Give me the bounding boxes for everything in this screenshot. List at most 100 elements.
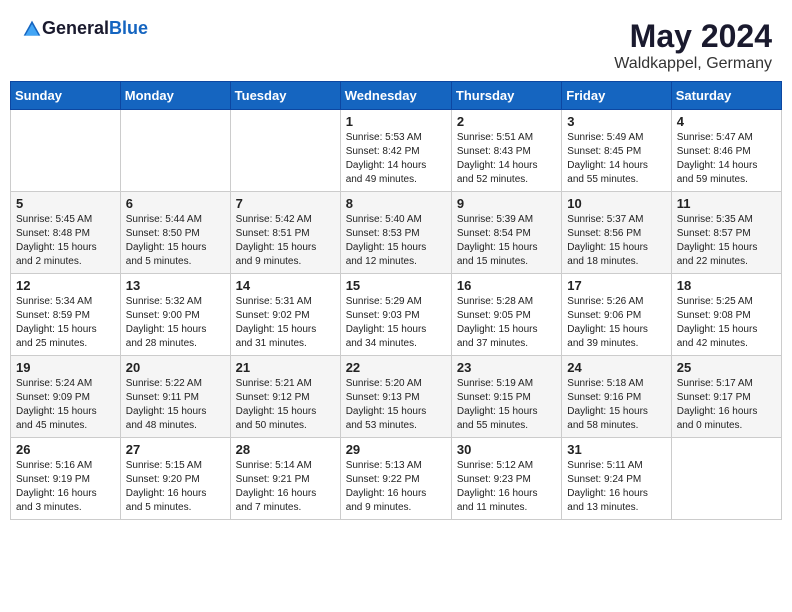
month-title: May 2024 — [614, 18, 772, 55]
calendar-cell: 12 Sunrise: 5:34 AM Sunset: 8:59 PM Dayli… — [11, 274, 121, 356]
calendar-cell: 27 Sunrise: 5:15 AM Sunset: 9:20 PM Dayli… — [120, 438, 230, 520]
calendar-cell: 4 Sunrise: 5:47 AM Sunset: 8:46 PM Daylig… — [671, 110, 781, 192]
day-number: 4 — [677, 114, 776, 129]
day-number: 14 — [236, 278, 335, 293]
day-info: Sunrise: 5:40 AM Sunset: 8:53 PM Dayligh… — [346, 213, 446, 269]
day-info: Sunrise: 5:16 AM Sunset: 9:19 PM Dayligh… — [16, 459, 115, 515]
weekday-header-wednesday: Wednesday — [340, 82, 451, 110]
day-number: 21 — [236, 360, 335, 375]
day-info: Sunrise: 5:11 AM Sunset: 9:24 PM Dayligh… — [567, 459, 665, 515]
day-info: Sunrise: 5:39 AM Sunset: 8:54 PM Dayligh… — [457, 213, 556, 269]
calendar-cell: 24 Sunrise: 5:18 AM Sunset: 9:16 PM Dayli… — [562, 356, 671, 438]
day-number: 19 — [16, 360, 115, 375]
day-number: 1 — [346, 114, 446, 129]
calendar-cell: 14 Sunrise: 5:31 AM Sunset: 9:02 PM Dayli… — [230, 274, 340, 356]
day-info: Sunrise: 5:28 AM Sunset: 9:05 PM Dayligh… — [457, 295, 556, 351]
calendar-cell — [230, 110, 340, 192]
day-info: Sunrise: 5:51 AM Sunset: 8:43 PM Dayligh… — [457, 131, 556, 187]
logo: GeneralBlue — [20, 18, 148, 39]
day-info: Sunrise: 5:17 AM Sunset: 9:17 PM Dayligh… — [677, 377, 776, 433]
calendar-cell: 21 Sunrise: 5:21 AM Sunset: 9:12 PM Dayli… — [230, 356, 340, 438]
day-number: 17 — [567, 278, 665, 293]
day-info: Sunrise: 5:21 AM Sunset: 9:12 PM Dayligh… — [236, 377, 335, 433]
day-number: 11 — [677, 196, 776, 211]
day-number: 13 — [126, 278, 225, 293]
day-number: 23 — [457, 360, 556, 375]
day-info: Sunrise: 5:22 AM Sunset: 9:11 PM Dayligh… — [126, 377, 225, 433]
logo-general: General — [42, 18, 109, 38]
day-info: Sunrise: 5:14 AM Sunset: 9:21 PM Dayligh… — [236, 459, 335, 515]
calendar-cell: 1 Sunrise: 5:53 AM Sunset: 8:42 PM Daylig… — [340, 110, 451, 192]
day-info: Sunrise: 5:35 AM Sunset: 8:57 PM Dayligh… — [677, 213, 776, 269]
logo-blue: Blue — [109, 18, 148, 38]
day-info: Sunrise: 5:44 AM Sunset: 8:50 PM Dayligh… — [126, 213, 225, 269]
day-info: Sunrise: 5:19 AM Sunset: 9:15 PM Dayligh… — [457, 377, 556, 433]
day-info: Sunrise: 5:34 AM Sunset: 8:59 PM Dayligh… — [16, 295, 115, 351]
weekday-header-saturday: Saturday — [671, 82, 781, 110]
day-info: Sunrise: 5:42 AM Sunset: 8:51 PM Dayligh… — [236, 213, 335, 269]
day-number: 28 — [236, 442, 335, 457]
calendar-cell — [120, 110, 230, 192]
day-number: 29 — [346, 442, 446, 457]
day-info: Sunrise: 5:20 AM Sunset: 9:13 PM Dayligh… — [346, 377, 446, 433]
day-number: 5 — [16, 196, 115, 211]
calendar-cell: 26 Sunrise: 5:16 AM Sunset: 9:19 PM Dayli… — [11, 438, 121, 520]
day-number: 9 — [457, 196, 556, 211]
day-number: 8 — [346, 196, 446, 211]
day-info: Sunrise: 5:15 AM Sunset: 9:20 PM Dayligh… — [126, 459, 225, 515]
calendar-cell: 11 Sunrise: 5:35 AM Sunset: 8:57 PM Dayli… — [671, 192, 781, 274]
day-info: Sunrise: 5:45 AM Sunset: 8:48 PM Dayligh… — [16, 213, 115, 269]
day-number: 16 — [457, 278, 556, 293]
calendar-cell: 3 Sunrise: 5:49 AM Sunset: 8:45 PM Daylig… — [562, 110, 671, 192]
day-number: 7 — [236, 196, 335, 211]
day-number: 27 — [126, 442, 225, 457]
logo-icon — [22, 19, 42, 39]
calendar-cell: 20 Sunrise: 5:22 AM Sunset: 9:11 PM Dayli… — [120, 356, 230, 438]
day-info: Sunrise: 5:53 AM Sunset: 8:42 PM Dayligh… — [346, 131, 446, 187]
day-number: 18 — [677, 278, 776, 293]
day-number: 30 — [457, 442, 556, 457]
calendar-cell: 6 Sunrise: 5:44 AM Sunset: 8:50 PM Daylig… — [120, 192, 230, 274]
day-number: 25 — [677, 360, 776, 375]
calendar-cell: 17 Sunrise: 5:26 AM Sunset: 9:06 PM Dayli… — [562, 274, 671, 356]
calendar-cell: 28 Sunrise: 5:14 AM Sunset: 9:21 PM Dayli… — [230, 438, 340, 520]
calendar-cell: 19 Sunrise: 5:24 AM Sunset: 9:09 PM Dayli… — [11, 356, 121, 438]
calendar-cell: 30 Sunrise: 5:12 AM Sunset: 9:23 PM Dayli… — [451, 438, 561, 520]
location-title: Waldkappel, Germany — [614, 55, 772, 73]
day-number: 26 — [16, 442, 115, 457]
calendar-cell: 13 Sunrise: 5:32 AM Sunset: 9:00 PM Dayli… — [120, 274, 230, 356]
weekday-header-sunday: Sunday — [11, 82, 121, 110]
calendar-cell: 31 Sunrise: 5:11 AM Sunset: 9:24 PM Dayli… — [562, 438, 671, 520]
calendar-cell: 8 Sunrise: 5:40 AM Sunset: 8:53 PM Daylig… — [340, 192, 451, 274]
calendar-cell — [671, 438, 781, 520]
calendar-cell: 15Sunrise: 5:29 AM Sunset: 9:03 PM Dayli… — [340, 274, 451, 356]
day-info: Sunrise: 5:24 AM Sunset: 9:09 PM Dayligh… — [16, 377, 115, 433]
day-number: 31 — [567, 442, 665, 457]
day-info: Sunrise: 5:49 AM Sunset: 8:45 PM Dayligh… — [567, 131, 665, 187]
day-info: Sunrise: 5:12 AM Sunset: 9:23 PM Dayligh… — [457, 459, 556, 515]
day-number: 20 — [126, 360, 225, 375]
day-number: 22 — [346, 360, 446, 375]
day-info: Sunrise: 5:31 AM Sunset: 9:02 PM Dayligh… — [236, 295, 335, 351]
weekday-header-thursday: Thursday — [451, 82, 561, 110]
day-info: Sunrise: 5:26 AM Sunset: 9:06 PM Dayligh… — [567, 295, 665, 351]
day-number: 10 — [567, 196, 665, 211]
day-number: 24 — [567, 360, 665, 375]
day-number: 15 — [346, 278, 446, 293]
calendar-cell — [11, 110, 121, 192]
day-number: 3 — [567, 114, 665, 129]
calendar-cell: 5 Sunrise: 5:45 AM Sunset: 8:48 PM Daylig… — [11, 192, 121, 274]
calendar-cell: 18Sunrise: 5:25 AM Sunset: 9:08 PM Dayli… — [671, 274, 781, 356]
day-info: Sunrise: 5:32 AM Sunset: 9:00 PM Dayligh… — [126, 295, 225, 351]
weekday-header-friday: Friday — [562, 82, 671, 110]
page-header: GeneralBlue May 2024 Waldkappel, Germany — [10, 10, 782, 77]
title-block: May 2024 Waldkappel, Germany — [614, 18, 772, 73]
day-info: Sunrise: 5:18 AM Sunset: 9:16 PM Dayligh… — [567, 377, 665, 433]
day-number: 6 — [126, 196, 225, 211]
day-number: 12 — [16, 278, 115, 293]
calendar-cell: 29Sunrise: 5:13 AM Sunset: 9:22 PM Dayli… — [340, 438, 451, 520]
weekday-header-tuesday: Tuesday — [230, 82, 340, 110]
weekday-header-monday: Monday — [120, 82, 230, 110]
calendar-cell: 22 Sunrise: 5:20 AM Sunset: 9:13 PM Dayli… — [340, 356, 451, 438]
day-info: Sunrise: 5:47 AM Sunset: 8:46 PM Dayligh… — [677, 131, 776, 187]
